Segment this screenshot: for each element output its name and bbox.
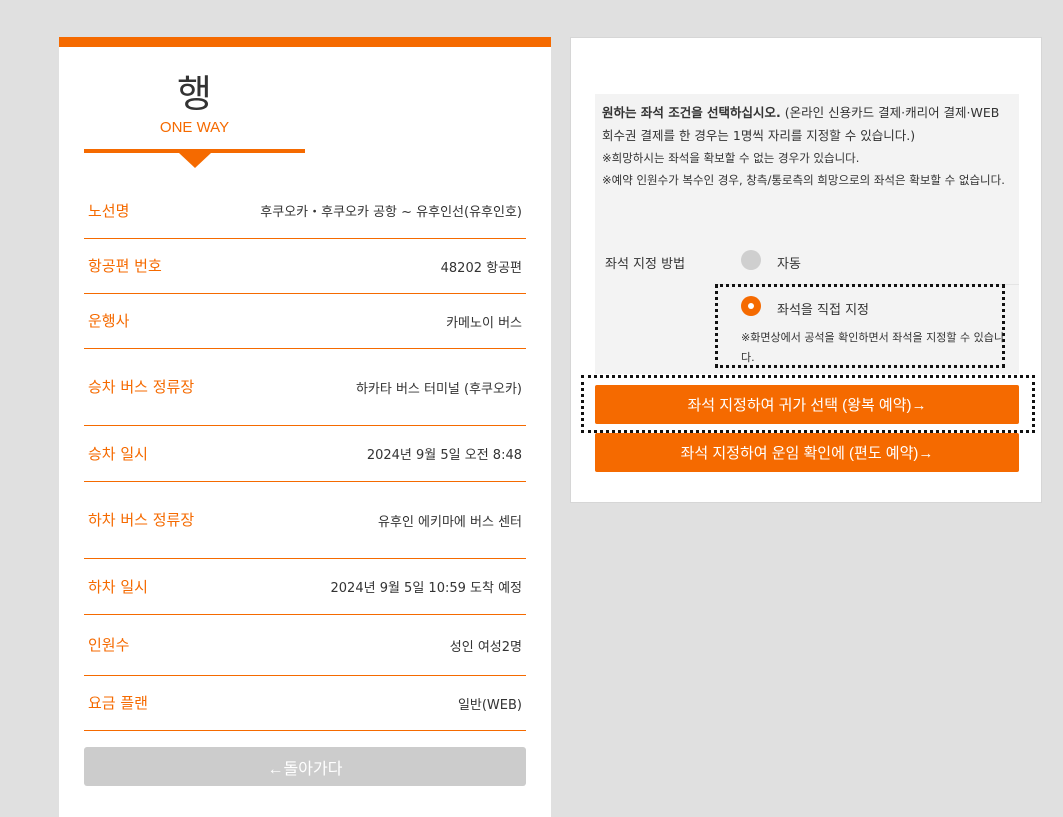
auto-seat-label[interactable]: 자동 [777, 253, 801, 272]
info-row-alighting-time: 하차 일시 2024년 9월 5일 10:59 도착 예정 [84, 559, 526, 615]
info-label: 하차 일시 [88, 577, 148, 596]
info-label: 운행사 [88, 312, 130, 330]
info-row-flight-number: 항공편 번호 48202 항공편 [84, 239, 526, 294]
info-value: 일반(WEB) [457, 697, 522, 713]
info-label: 항공편 번호 [88, 257, 162, 275]
notice-line: ※희망하시는 좌석을 확보할 수 없는 경우가 있습니다. [602, 151, 860, 165]
info-label: 승차 일시 [88, 444, 148, 463]
seat-notice: 원하는 좌석 조건을 선택하십시오. (온라인 신용카드 결제·캐리어 결제·W… [602, 101, 1014, 191]
info-row-boarding-time: 승차 일시 2024년 9월 5일 오전 8:48 [84, 426, 526, 482]
info-row-passengers: 인원수 성인 여성2명 [84, 615, 526, 676]
select-return-roundtrip-button[interactable]: 좌석 지정하여 귀가 선택 (왕복 예약)→ [595, 385, 1019, 424]
info-label: 승차 버스 정류장 [88, 378, 195, 396]
seat-selection-panel: 원하는 좌석 조건을 선택하십시오. (온라인 신용카드 결제·캐리어 결제·W… [570, 37, 1042, 503]
notice-heading: 원하는 좌석 조건을 선택하십시오. [602, 105, 781, 120]
auto-seat-radio[interactable] [741, 250, 761, 270]
direct-seat-label[interactable]: 좌석을 직접 지정 [777, 299, 869, 318]
trip-info-table: 노선명 후쿠오카・후쿠오카 공항 ~ 유후인선(유후인호) 항공편 번호 482… [84, 183, 526, 731]
info-label: 하차 버스 정류장 [88, 511, 195, 529]
info-value: 성인 여성2명 [449, 639, 522, 655]
info-row-operator: 운행사 카메노이 버스 [84, 294, 526, 349]
heading-arrow-icon [179, 153, 211, 168]
info-value: 카메노이 버스 [446, 315, 522, 331]
info-row-route: 노선명 후쿠오카・후쿠오카 공항 ~ 유후인선(유후인호) [84, 183, 526, 239]
direct-seat-radio[interactable] [741, 296, 761, 316]
info-value: 48202 항공편 [440, 260, 522, 276]
direction-heading: 행 ONE WAY [84, 67, 305, 168]
info-value: 하카타 버스 터미널 (후쿠오카) [355, 381, 522, 397]
direction-subtitle: ONE WAY [159, 119, 230, 136]
direction-title: 행 [177, 72, 212, 116]
direct-seat-note: ※화면상에서 공석을 확인하면서 좌석을 지정할 수 있습니다. [741, 331, 1004, 364]
info-label: 요금 플랜 [88, 694, 148, 712]
panel-top-accent-bar [59, 37, 551, 47]
seat-method-label: 좌석 지정 방법 [605, 257, 686, 272]
info-value: 유후인 에키마에 버스 센터 [378, 514, 522, 530]
info-row-boarding-stop: 승차 버스 정류장 하카타 버스 터미널 (후쿠오카) [84, 349, 526, 426]
info-value: 후쿠오카・후쿠오카 공항 ~ 유후인선(유후인호) [260, 205, 522, 220]
trip-summary-panel: 행 ONE WAY 노선명 후쿠오카・후쿠오카 공항 ~ 유후인선(유후인호) … [59, 37, 551, 817]
info-row-alighting-stop: 하차 버스 정류장 유후인 에키마에 버스 센터 [84, 482, 526, 559]
info-value: 2024년 9월 5일 10:59 도착 예정 [330, 581, 522, 596]
info-label: 인원수 [88, 636, 130, 654]
confirm-fare-oneway-button[interactable]: 좌석 지정하여 운임 확인에 (편도 예약)→ [595, 433, 1019, 472]
notice-line: ※예약 인원수가 복수인 경우, 창측/통로측의 희망으로의 좌석은 확보할 수… [602, 173, 1005, 187]
back-button[interactable]: ←돌아가다 [84, 747, 526, 786]
info-row-fare-plan: 요금 플랜 일반(WEB) [84, 676, 526, 731]
info-label: 노선명 [88, 201, 130, 220]
info-value: 2024년 9월 5일 오전 8:48 [366, 448, 522, 463]
